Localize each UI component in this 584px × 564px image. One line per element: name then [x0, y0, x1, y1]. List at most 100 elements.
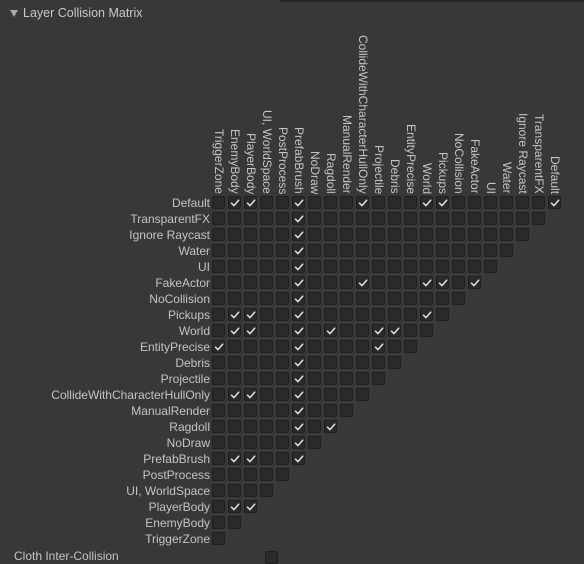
collision-toggle-triggerzone-triggerzone[interactable]	[212, 532, 225, 545]
collision-toggle-water-manualrender[interactable]	[340, 244, 353, 257]
collision-toggle-collidewithcharacterhullonly-manualrender[interactable]	[340, 388, 353, 401]
collision-toggle-manualrender-postprocess[interactable]	[276, 404, 289, 417]
collision-toggle-prefabbrush-playerbody[interactable]	[244, 452, 257, 465]
collision-toggle-postprocess-playerbody[interactable]	[244, 468, 257, 481]
collision-toggle-postprocess-ui-worldspace[interactable]	[260, 468, 273, 481]
collision-toggle-transparentfx-debris[interactable]	[388, 212, 401, 225]
collision-toggle-entityprecise-ragdoll[interactable]	[324, 340, 337, 353]
collision-toggle-collidewithcharacterhullonly-prefabbrush[interactable]	[292, 388, 305, 401]
collision-toggle-manualrender-triggerzone[interactable]	[212, 404, 225, 417]
collision-toggle-water-world[interactable]	[420, 244, 433, 257]
collision-toggle-ragdoll-enemybody[interactable]	[228, 420, 241, 433]
collision-toggle-ui-entityprecise[interactable]	[404, 260, 417, 273]
collision-toggle-default-triggerzone[interactable]	[212, 196, 225, 209]
collision-toggle-ui-ui[interactable]	[484, 260, 497, 273]
collision-toggle-default-default[interactable]	[548, 196, 561, 209]
collision-toggle-water-ui[interactable]	[484, 244, 497, 257]
collision-toggle-nocollision-collidewithcharacterhullonly[interactable]	[356, 292, 369, 305]
collision-toggle-postprocess-triggerzone[interactable]	[212, 468, 225, 481]
collision-toggle-ui-playerbody[interactable]	[244, 260, 257, 273]
collision-toggle-default-pickups[interactable]	[436, 196, 449, 209]
collision-toggle-default-entityprecise[interactable]	[404, 196, 417, 209]
collision-toggle-pickups-collidewithcharacterhullonly[interactable]	[356, 308, 369, 321]
collision-toggle-fakeactor-collidewithcharacterhullonly[interactable]	[356, 276, 369, 289]
collision-toggle-nocollision-debris[interactable]	[388, 292, 401, 305]
collision-toggle-transparentfx-triggerzone[interactable]	[212, 212, 225, 225]
collision-toggle-transparentfx-manualrender[interactable]	[340, 212, 353, 225]
collision-toggle-transparentfx-projectile[interactable]	[372, 212, 385, 225]
collision-toggle-world-playerbody[interactable]	[244, 324, 257, 337]
collision-toggle-world-prefabbrush[interactable]	[292, 324, 305, 337]
collision-toggle-default-postprocess[interactable]	[276, 196, 289, 209]
collision-toggle-nodraw-postprocess[interactable]	[276, 436, 289, 449]
collision-toggle-default-ui-worldspace[interactable]	[260, 196, 273, 209]
collision-toggle-projectile-postprocess[interactable]	[276, 372, 289, 385]
collision-toggle-entityprecise-manualrender[interactable]	[340, 340, 353, 353]
collision-toggle-default-ragdoll[interactable]	[324, 196, 337, 209]
collision-toggle-collidewithcharacterhullonly-enemybody[interactable]	[228, 388, 241, 401]
collision-toggle-ignore-raycast-debris[interactable]	[388, 228, 401, 241]
collision-toggle-ui-prefabbrush[interactable]	[292, 260, 305, 273]
collision-toggle-entityprecise-playerbody[interactable]	[244, 340, 257, 353]
collision-toggle-prefabbrush-ui-worldspace[interactable]	[260, 452, 273, 465]
collision-toggle-nocollision-ragdoll[interactable]	[324, 292, 337, 305]
collision-toggle-nodraw-prefabbrush[interactable]	[292, 436, 305, 449]
collision-toggle-transparentfx-prefabbrush[interactable]	[292, 212, 305, 225]
collision-toggle-fakeactor-postprocess[interactable]	[276, 276, 289, 289]
collision-toggle-ui-fakeactor[interactable]	[468, 260, 481, 273]
collision-toggle-debris-collidewithcharacterhullonly[interactable]	[356, 356, 369, 369]
collision-toggle-projectile-playerbody[interactable]	[244, 372, 257, 385]
collision-toggle-pickups-playerbody[interactable]	[244, 308, 257, 321]
collision-toggle-ui-collidewithcharacterhullonly[interactable]	[356, 260, 369, 273]
collision-toggle-water-enemybody[interactable]	[228, 244, 241, 257]
collision-toggle-water-water[interactable]	[500, 244, 513, 257]
collision-toggle-debris-enemybody[interactable]	[228, 356, 241, 369]
collision-toggle-pickups-manualrender[interactable]	[340, 308, 353, 321]
collision-toggle-fakeactor-ui-worldspace[interactable]	[260, 276, 273, 289]
collision-toggle-default-collidewithcharacterhullonly[interactable]	[356, 196, 369, 209]
collision-toggle-ignore-raycast-ui-worldspace[interactable]	[260, 228, 273, 241]
collision-toggle-projectile-nodraw[interactable]	[308, 372, 321, 385]
collision-toggle-transparentfx-enemybody[interactable]	[228, 212, 241, 225]
collision-toggle-projectile-projectile[interactable]	[372, 372, 385, 385]
collision-toggle-pickups-nodraw[interactable]	[308, 308, 321, 321]
collision-toggle-world-ui-worldspace[interactable]	[260, 324, 273, 337]
collision-toggle-water-prefabbrush[interactable]	[292, 244, 305, 257]
collision-toggle-ui-postprocess[interactable]	[276, 260, 289, 273]
collision-toggle-water-pickups[interactable]	[436, 244, 449, 257]
collision-toggle-nocollision-nocollision[interactable]	[452, 292, 465, 305]
collision-toggle-pickups-pickups[interactable]	[436, 308, 449, 321]
collision-toggle-default-prefabbrush[interactable]	[292, 196, 305, 209]
collision-toggle-default-nocollision[interactable]	[452, 196, 465, 209]
collision-toggle-pickups-postprocess[interactable]	[276, 308, 289, 321]
collision-toggle-manualrender-manualrender[interactable]	[340, 404, 353, 417]
collision-toggle-nodraw-nodraw[interactable]	[308, 436, 321, 449]
collision-toggle-water-ragdoll[interactable]	[324, 244, 337, 257]
collision-toggle-ignore-raycast-ignore-raycast[interactable]	[516, 228, 529, 241]
collision-toggle-transparentfx-water[interactable]	[500, 212, 513, 225]
collision-toggle-nocollision-world[interactable]	[420, 292, 433, 305]
collision-toggle-ragdoll-triggerzone[interactable]	[212, 420, 225, 433]
collision-toggle-manualrender-ui-worldspace[interactable]	[260, 404, 273, 417]
collision-toggle-transparentfx-entityprecise[interactable]	[404, 212, 417, 225]
collision-toggle-default-transparentfx[interactable]	[532, 196, 545, 209]
collision-toggle-pickups-world[interactable]	[420, 308, 433, 321]
collision-toggle-debris-nodraw[interactable]	[308, 356, 321, 369]
collision-toggle-ignore-raycast-prefabbrush[interactable]	[292, 228, 305, 241]
collision-toggle-nocollision-pickups[interactable]	[436, 292, 449, 305]
collision-toggle-transparentfx-collidewithcharacterhullonly[interactable]	[356, 212, 369, 225]
collision-toggle-default-nodraw[interactable]	[308, 196, 321, 209]
collision-toggle-projectile-ui-worldspace[interactable]	[260, 372, 273, 385]
collision-toggle-postprocess-postprocess[interactable]	[276, 468, 289, 481]
collision-toggle-ignore-raycast-collidewithcharacterhullonly[interactable]	[356, 228, 369, 241]
collision-toggle-debris-debris[interactable]	[388, 356, 401, 369]
collision-toggle-nocollision-projectile[interactable]	[372, 292, 385, 305]
collision-toggle-ragdoll-nodraw[interactable]	[308, 420, 321, 433]
collision-toggle-postprocess-enemybody[interactable]	[228, 468, 241, 481]
cloth-inter-collision-toggle[interactable]	[265, 551, 278, 564]
collision-toggle-ignore-raycast-playerbody[interactable]	[244, 228, 257, 241]
collision-toggle-entityprecise-prefabbrush[interactable]	[292, 340, 305, 353]
collision-toggle-default-manualrender[interactable]	[340, 196, 353, 209]
collision-toggle-nocollision-manualrender[interactable]	[340, 292, 353, 305]
collision-toggle-transparentfx-pickups[interactable]	[436, 212, 449, 225]
